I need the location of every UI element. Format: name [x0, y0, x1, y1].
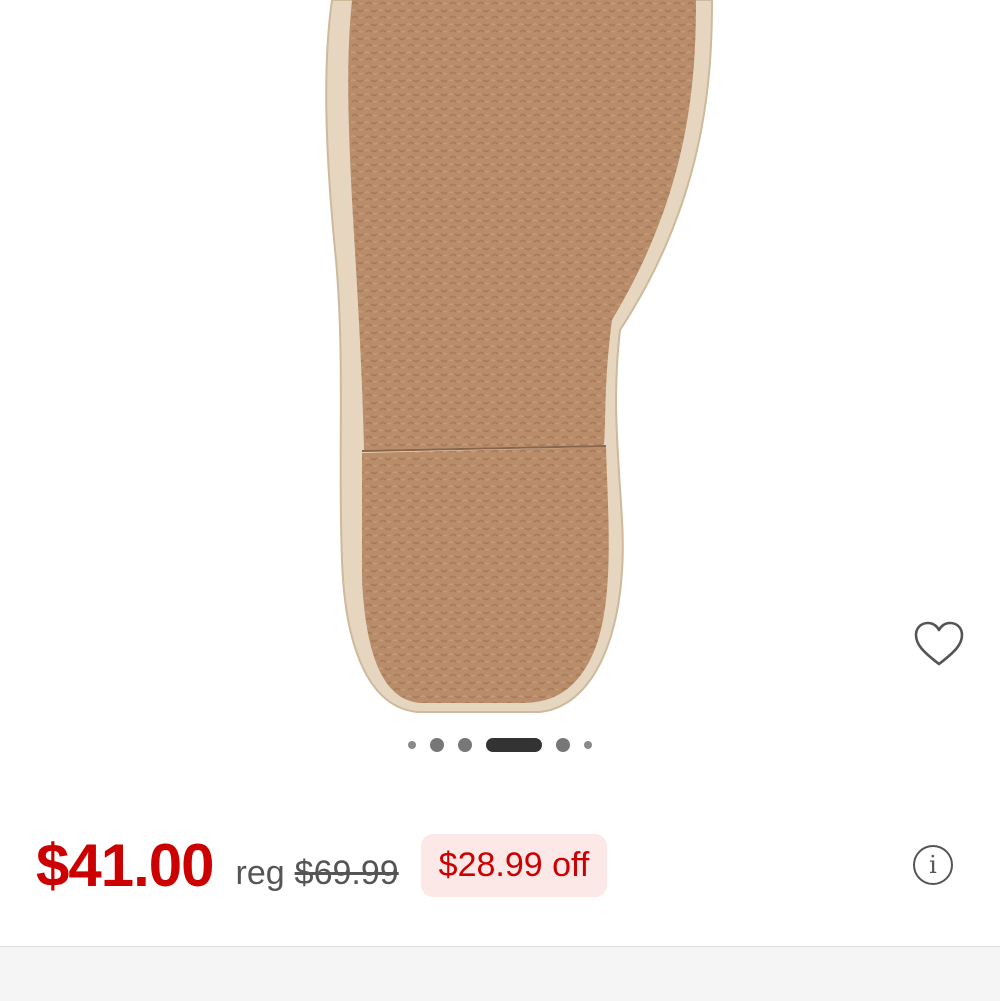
sole-heel	[362, 447, 609, 703]
sole-forefoot	[348, 0, 696, 450]
current-price: $41.00	[36, 831, 215, 899]
regular-price: reg $69.99	[236, 854, 399, 893]
bottom-bar	[0, 946, 1000, 1001]
regular-price-value: $69.99	[294, 853, 399, 892]
favorite-button[interactable]	[912, 620, 966, 670]
info-icon: i	[929, 851, 937, 879]
price-row: $41.00 reg $69.99 $28.99 off	[36, 825, 608, 905]
carousel-dot-1[interactable]	[408, 741, 416, 749]
carousel-dot-5[interactable]	[556, 738, 570, 752]
product-image-area[interactable]	[0, 0, 1000, 715]
carousel-dot-6[interactable]	[584, 741, 592, 749]
carousel-dot-4-active[interactable]	[486, 738, 542, 752]
carousel-indicator	[0, 735, 1000, 755]
savings-badge: $28.99 off	[420, 833, 608, 897]
carousel-dot-3[interactable]	[458, 738, 472, 752]
reg-label: reg	[235, 853, 285, 892]
info-button[interactable]: i	[913, 845, 953, 885]
product-image	[325, 0, 714, 713]
heart-outline-icon	[914, 621, 964, 666]
carousel-dot-2[interactable]	[430, 738, 444, 752]
